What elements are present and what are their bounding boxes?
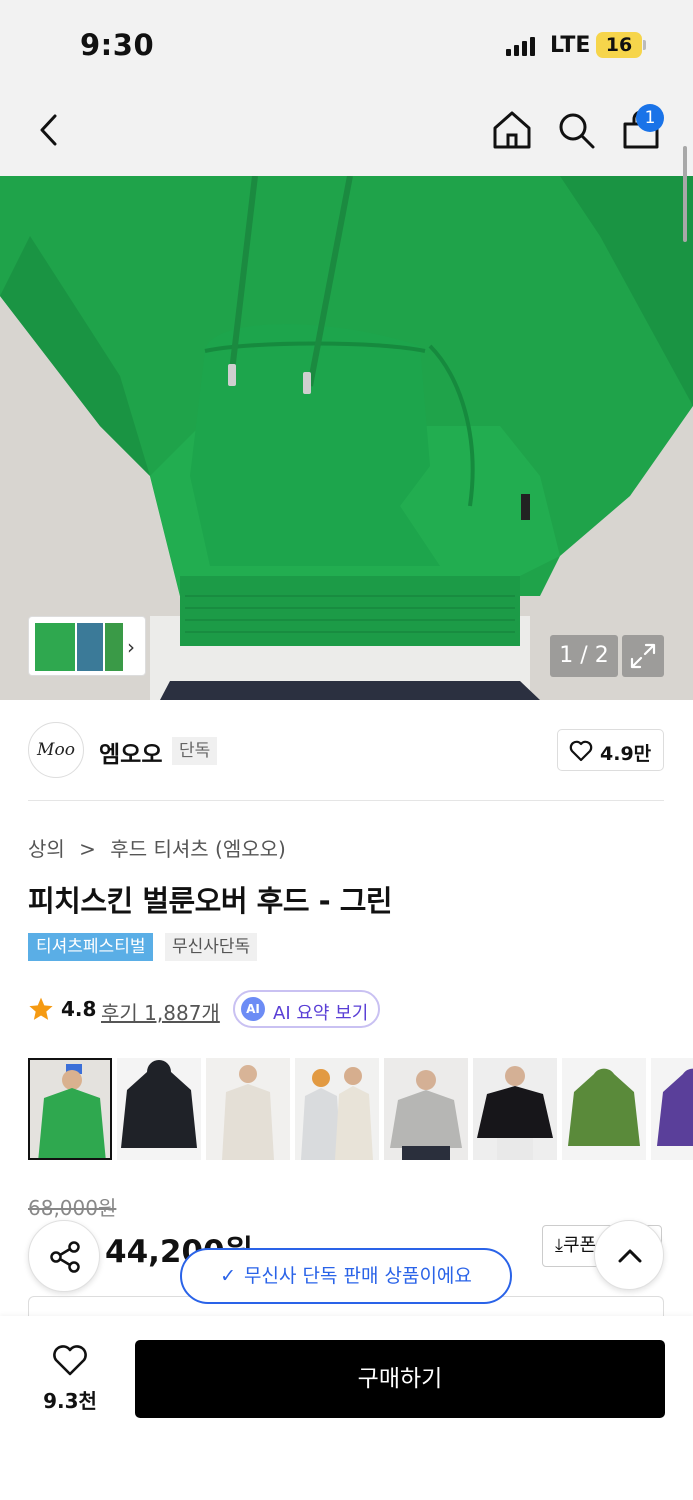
check-icon: ✓	[220, 1265, 237, 1287]
variant-image	[30, 1060, 110, 1158]
variant-image	[384, 1058, 468, 1160]
share-icon	[50, 1241, 80, 1273]
exclusive-toast: ✓ 무신사 단독 판매 상품이에요	[180, 1248, 512, 1304]
variant-thumbnail-khaki[interactable]	[562, 1058, 646, 1160]
exclusive-toast-text: 무신사 단독 판매 상품이에요	[244, 1265, 472, 1287]
review-count-link[interactable]: 후기 1,887개	[101, 997, 220, 1026]
brand-like-count: 4.9만	[600, 743, 652, 765]
cart-count-badge: 1	[636, 104, 664, 132]
variant-image	[295, 1058, 379, 1160]
image-counter: 1 / 2	[550, 635, 618, 677]
battery-cap	[643, 40, 646, 50]
breadcrumb: 상의 > 후드 티셔츠 (엠오오)	[28, 833, 294, 862]
search-icon[interactable]	[554, 108, 598, 152]
breadcrumb-separator: >	[79, 837, 96, 861]
variant-image	[206, 1058, 290, 1160]
expand-icon[interactable]	[622, 635, 664, 677]
star-icon	[29, 997, 53, 1020]
variant-thumbnail-black-2[interactable]	[473, 1058, 557, 1160]
wishlist-button[interactable]: 9.3천	[30, 1345, 110, 1415]
back-icon[interactable]	[28, 108, 72, 152]
thumbnail-image	[35, 623, 75, 671]
brand-name[interactable]: 엠오오	[99, 735, 162, 769]
image-thumbnail-strip[interactable]: ›	[28, 616, 146, 676]
heart-icon	[569, 740, 593, 762]
status-time: 9:30	[80, 28, 155, 62]
top-nav	[0, 88, 693, 176]
scrollbar[interactable]	[683, 146, 687, 242]
variant-thumbnail-ivory[interactable]	[206, 1058, 290, 1160]
ai-summary-button[interactable]: AI AI 요약 보기	[233, 990, 380, 1028]
variant-thumbnail-purple[interactable]	[651, 1058, 693, 1160]
ai-summary-label: AI 요약 보기	[273, 1003, 369, 1024]
network-label: LTE	[550, 33, 591, 58]
share-button[interactable]	[28, 1220, 100, 1292]
exclusive-badge: 무신사단독	[165, 933, 258, 961]
variant-image	[651, 1058, 693, 1160]
signal-icon	[506, 37, 535, 56]
chevron-up-icon	[618, 1249, 642, 1263]
brand-like-button[interactable]: 4.9만	[557, 729, 664, 771]
divider	[28, 800, 664, 801]
ai-icon: AI	[241, 997, 265, 1021]
thumbnail-image	[105, 623, 123, 671]
brand-logo[interactable]: Moo	[28, 722, 84, 778]
scroll-to-top-button[interactable]	[594, 1220, 664, 1290]
breadcrumb-item[interactable]: 상의	[28, 837, 65, 861]
battery-icon: 16	[596, 32, 642, 58]
wishlist-count: 9.3천	[43, 1389, 97, 1413]
brand-exclusive-tag: 단독	[172, 737, 218, 765]
variant-image	[473, 1058, 557, 1160]
variant-thumbnail-grey[interactable]	[384, 1058, 468, 1160]
variant-thumbnail-black[interactable]	[117, 1058, 201, 1160]
variant-thumbnail-light-grey[interactable]	[295, 1058, 379, 1160]
heart-icon	[53, 1345, 87, 1376]
variant-thumbnail-green[interactable]	[28, 1058, 112, 1160]
chevron-right-icon: ›	[127, 635, 135, 659]
rating-score: 4.8	[61, 997, 97, 1021]
color-variant-list	[28, 1058, 693, 1160]
buy-button[interactable]: 구매하기	[135, 1340, 665, 1418]
thumbnail-image	[77, 623, 103, 671]
breadcrumb-item[interactable]: 후드 티셔츠 (엠오오)	[110, 837, 286, 861]
home-icon[interactable]	[490, 108, 534, 152]
status-bar: 9:30 LTE 16	[0, 0, 693, 88]
original-price: 68,000원	[28, 1196, 117, 1220]
product-title: 피치스킨 벌룬오버 후드 - 그린	[28, 884, 393, 918]
variant-image	[117, 1058, 201, 1160]
promo-badge: 티셔츠페스티벌	[28, 933, 154, 961]
variant-image	[562, 1058, 646, 1160]
